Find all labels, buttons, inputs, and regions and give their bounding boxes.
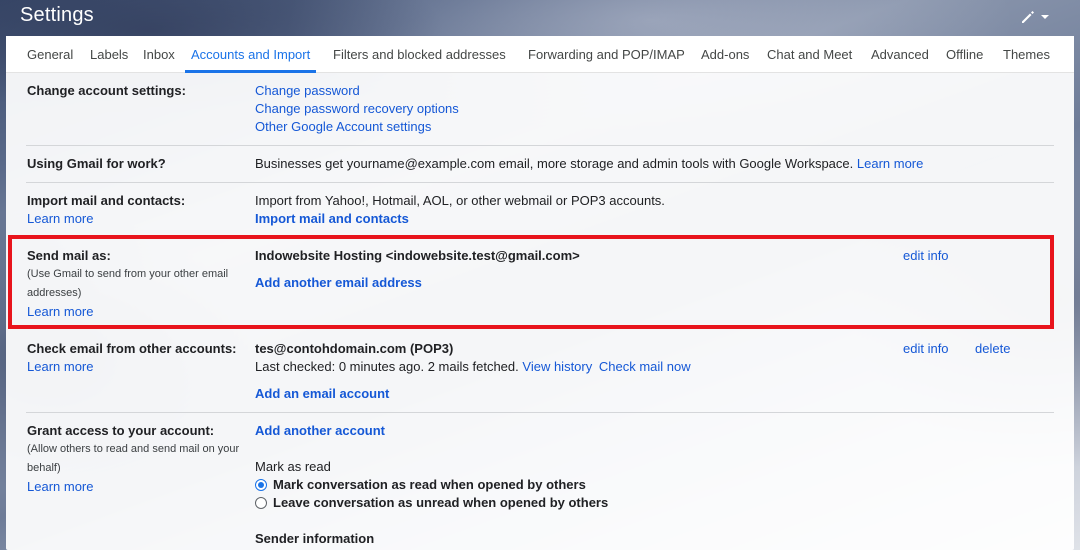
tab-inbox[interactable]: Inbox bbox=[143, 36, 175, 73]
send-as-edit-info-link[interactable]: edit info bbox=[903, 248, 949, 263]
pop3-account: tes@contohdomain.com (POP3) bbox=[255, 341, 454, 356]
gmail-work-learn-more-link[interactable]: Learn more bbox=[857, 156, 923, 171]
row-divider bbox=[26, 182, 1054, 183]
add-email-address-button[interactable]: Add another email address bbox=[255, 275, 422, 290]
grant-access-learn-more-link[interactable]: Learn more bbox=[27, 479, 93, 494]
change-password-link[interactable]: Change password bbox=[255, 83, 360, 98]
dropdown-arrow-icon bbox=[1040, 12, 1050, 22]
quick-settings-button[interactable] bbox=[1020, 8, 1058, 26]
tab-advanced[interactable]: Advanced bbox=[871, 36, 929, 73]
header: Settings bbox=[0, 0, 1080, 36]
mark-as-read-title: Mark as read bbox=[255, 459, 331, 474]
change-recovery-link[interactable]: Change password recovery options bbox=[255, 101, 459, 116]
add-another-account-button[interactable]: Add another account bbox=[255, 423, 385, 438]
settings-panel: General Labels Inbox Accounts and Import… bbox=[6, 36, 1074, 550]
import-mail-button[interactable]: Import mail and contacts bbox=[255, 211, 409, 226]
grant-access-label: Grant access to your account: bbox=[27, 423, 215, 438]
row-divider bbox=[26, 412, 1054, 413]
tab-themes[interactable]: Themes bbox=[1003, 36, 1050, 73]
row-divider bbox=[26, 145, 1054, 146]
tab-labels[interactable]: Labels bbox=[90, 36, 128, 73]
tab-offline[interactable]: Offline bbox=[946, 36, 983, 73]
pencil-icon bbox=[1020, 9, 1036, 25]
import-learn-more-link[interactable]: Learn more bbox=[27, 211, 93, 226]
leave-unread-radio[interactable] bbox=[255, 497, 267, 509]
add-email-account-button[interactable]: Add an email account bbox=[255, 386, 389, 401]
leave-unread-option-label[interactable]: Leave conversation as unread when opened… bbox=[273, 495, 608, 510]
send-mail-learn-more-link[interactable]: Learn more bbox=[27, 304, 93, 319]
send-as-address: Indowebsite Hosting <indowebsite.test@gm… bbox=[255, 248, 580, 263]
mark-read-option-label[interactable]: Mark conversation as read when opened by… bbox=[273, 477, 586, 492]
gmail-work-text-line: Businesses get yourname@example.com emai… bbox=[255, 156, 923, 171]
send-mail-as-label: Send mail as: bbox=[27, 248, 111, 263]
change-account-label: Change account settings: bbox=[27, 83, 186, 98]
tab-filters[interactable]: Filters and blocked addresses bbox=[333, 36, 506, 73]
tab-add-ons[interactable]: Add-ons bbox=[701, 36, 749, 73]
page-title: Settings bbox=[20, 4, 94, 26]
pop3-delete-link[interactable]: delete bbox=[975, 341, 1010, 356]
tab-general[interactable]: General bbox=[27, 36, 73, 73]
check-mail-now-link[interactable]: Check mail now bbox=[599, 359, 691, 374]
pop3-status-line: Last checked: 0 minutes ago. 2 mails fet… bbox=[255, 359, 691, 374]
view-history-link[interactable]: View history bbox=[522, 359, 592, 374]
gmail-work-label: Using Gmail for work? bbox=[27, 156, 166, 171]
gmail-work-text: Businesses get yourname@example.com emai… bbox=[255, 156, 854, 171]
tab-chat-and-meet[interactable]: Chat and Meet bbox=[767, 36, 852, 73]
other-google-settings-link[interactable]: Other Google Account settings bbox=[255, 119, 431, 134]
sender-information-title: Sender information bbox=[255, 531, 375, 546]
settings-tabs: General Labels Inbox Accounts and Import… bbox=[6, 36, 1074, 73]
tab-forwarding[interactable]: Forwarding and POP/IMAP bbox=[528, 36, 685, 73]
import-mail-text: Import from Yahoo!, Hotmail, AOL, or oth… bbox=[255, 193, 665, 208]
pop3-edit-info-link[interactable]: edit info bbox=[903, 341, 949, 356]
tab-accounts-and-import[interactable]: Accounts and Import bbox=[184, 36, 317, 73]
mark-read-radio[interactable] bbox=[255, 479, 267, 491]
import-mail-label: Import mail and contacts: bbox=[27, 193, 186, 208]
check-email-learn-more-link[interactable]: Learn more bbox=[27, 359, 93, 374]
send-mail-as-description: (Use Gmail to send from your other email… bbox=[27, 268, 229, 299]
grant-access-description: (Allow others to read and send mail on y… bbox=[27, 443, 240, 474]
check-email-label: Check email from other accounts: bbox=[27, 341, 237, 356]
pop3-status-text: Last checked: 0 minutes ago. 2 mails fet… bbox=[255, 359, 519, 374]
